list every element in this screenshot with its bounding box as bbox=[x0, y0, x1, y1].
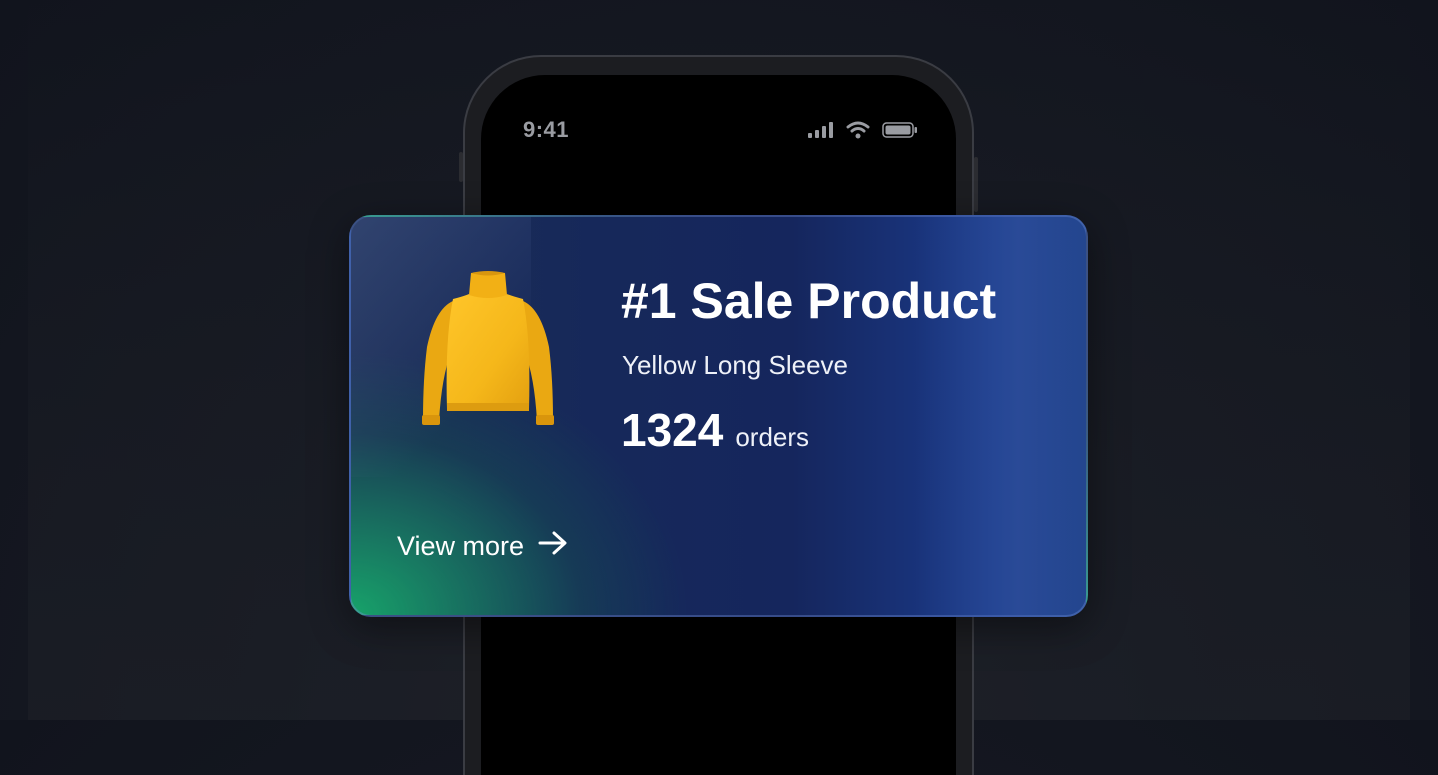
arrow-right-icon bbox=[538, 531, 568, 562]
sale-product-card[interactable]: #1 Sale Product Yellow Long Sleeve 1324 … bbox=[349, 215, 1088, 617]
status-icons bbox=[808, 121, 918, 144]
product-name: Yellow Long Sleeve bbox=[622, 350, 848, 380]
orders-label: orders bbox=[735, 422, 810, 452]
wifi-icon bbox=[846, 121, 870, 144]
phone-power-button bbox=[974, 157, 978, 212]
battery-icon bbox=[882, 122, 918, 143]
view-more-label: View more bbox=[397, 531, 525, 561]
orders-count: 1324 bbox=[621, 404, 724, 456]
view-more-link[interactable]: View more bbox=[397, 531, 568, 562]
yellow-sweater-image bbox=[413, 269, 563, 435]
card-title: #1 Sale Product bbox=[621, 273, 997, 329]
phone-mute-switch bbox=[459, 152, 463, 182]
status-time: 9:41 bbox=[523, 117, 570, 142]
status-bar: 9:41 bbox=[481, 115, 956, 151]
signal-icon bbox=[808, 122, 834, 143]
orders-row: 1324 orders bbox=[621, 403, 809, 457]
